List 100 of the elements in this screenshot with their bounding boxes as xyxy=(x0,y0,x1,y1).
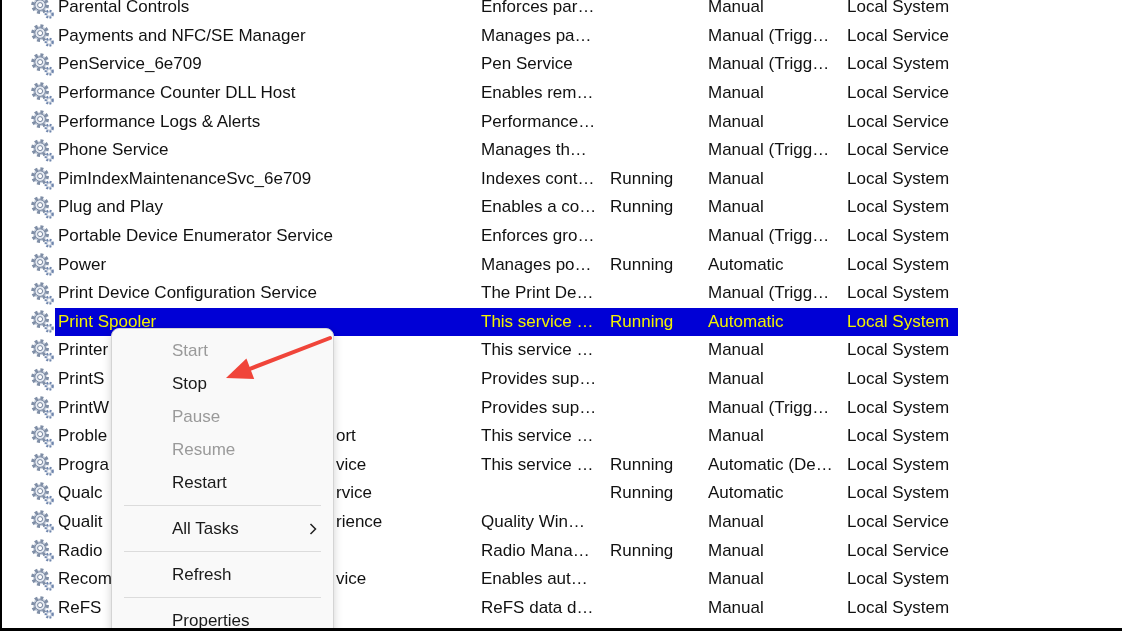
startup-type-cell: Manual xyxy=(708,83,764,103)
description-cell: ReFS data d… xyxy=(481,597,594,617)
menu-item[interactable]: Stop xyxy=(116,367,329,400)
description-cell: This service … xyxy=(481,454,594,474)
gear-icon xyxy=(30,452,55,478)
service-name-fragment: ort xyxy=(336,426,356,447)
log-on-as-cell: Local System xyxy=(847,197,950,217)
gear-icon xyxy=(30,309,55,335)
startup-type-cell: Manual xyxy=(708,540,764,560)
log-on-as-cell: Local Service xyxy=(847,140,950,160)
description-cell: This service … xyxy=(481,426,594,446)
log-on-as-cell: Local System xyxy=(847,254,950,274)
startup-type-cell: Manual (Trigg… xyxy=(708,226,830,246)
chevron-right-icon xyxy=(309,522,317,535)
service-name[interactable]: Phone Service xyxy=(58,140,169,161)
service-name[interactable]: Qualit xyxy=(58,512,103,532)
service-name[interactable]: PenService_6e709 xyxy=(58,54,202,75)
gear-icon xyxy=(30,166,55,192)
service-name[interactable]: ReFS xyxy=(58,597,102,618)
selected-row[interactable]: Print Spooler This service … Running Automatic Local System xyxy=(55,307,958,337)
log-on-as-cell: Local System xyxy=(847,426,950,446)
gear-icon xyxy=(30,395,55,421)
description-cell: Manages po… xyxy=(481,254,592,274)
service-name[interactable]: Performance Logs & Alerts xyxy=(58,111,261,132)
startup-type-cell: Manual xyxy=(708,0,764,17)
startup-type-cell: Manual xyxy=(708,168,764,188)
gear-icon xyxy=(30,280,55,306)
log-on-as-cell: Local System xyxy=(847,283,950,303)
description-cell: Provides sup… xyxy=(481,397,597,417)
menu-item[interactable]: Refresh xyxy=(116,558,329,591)
gear-icon xyxy=(30,538,55,564)
log-on-as-cell: Local System xyxy=(847,0,950,17)
status-cell: Running xyxy=(610,483,674,503)
log-on-as-cell: Local System xyxy=(847,454,950,474)
log-on-as-cell: Local System xyxy=(847,397,950,417)
startup-type-cell: Manual (Trigg… xyxy=(708,283,830,303)
gear-icon xyxy=(30,223,55,249)
service-name[interactable]: Plug and Play xyxy=(58,197,163,218)
status-cell: Running xyxy=(610,254,674,274)
log-on-as-cell: Local System xyxy=(847,311,950,331)
gear-icon xyxy=(30,480,55,506)
startup-type-cell: Manual xyxy=(708,512,764,531)
service-name[interactable]: Portable Device Enumerator Service xyxy=(58,226,333,247)
log-on-as-cell: Local System xyxy=(847,483,950,503)
status-cell: Running xyxy=(610,311,674,331)
description-cell: Quality Win… xyxy=(481,512,585,531)
startup-type-cell: Manual (Trigg… xyxy=(708,25,830,45)
log-on-as-cell: Local System xyxy=(847,54,950,74)
service-name[interactable]: Print Device Configuration Service xyxy=(58,283,317,304)
service-name[interactable]: Progra xyxy=(58,454,110,475)
service-name[interactable]: PrintW xyxy=(58,397,109,418)
description-cell: Provides sup… xyxy=(481,369,597,388)
description-cell: This service … xyxy=(481,340,594,360)
startup-type-cell: Manual xyxy=(708,569,764,589)
service-name[interactable]: Proble xyxy=(58,426,108,447)
startup-type-cell: Manual (Trigg… xyxy=(708,140,830,160)
description-cell: Enables rem… xyxy=(481,83,594,103)
description-cell: Enforces par… xyxy=(481,0,595,17)
startup-type-cell: Manual xyxy=(708,197,764,217)
startup-type-cell: Automatic xyxy=(708,254,784,274)
description-cell: This service … xyxy=(481,311,594,331)
startup-type-cell: Automatic (De… xyxy=(708,454,833,474)
log-on-as-cell: Local System xyxy=(847,168,950,188)
description-cell: Manages pa… xyxy=(481,25,592,45)
gear-icon xyxy=(30,137,55,163)
startup-type-cell: Manual xyxy=(708,597,764,617)
service-name[interactable]: Qualc xyxy=(58,483,103,504)
gear-icon xyxy=(30,566,55,592)
status-cell: Running xyxy=(610,454,674,474)
description-cell: Indexes cont… xyxy=(481,168,595,188)
gear-icon xyxy=(30,509,55,535)
service-name[interactable]: Print Spooler xyxy=(58,311,157,332)
service-name[interactable]: Power xyxy=(58,254,107,275)
service-name[interactable]: Recom xyxy=(58,569,112,590)
service-name[interactable]: Radio xyxy=(58,540,103,561)
menu-item[interactable]: All Tasks xyxy=(116,512,329,545)
service-name[interactable]: Parental Controls xyxy=(58,0,190,18)
gear-icon xyxy=(30,337,55,363)
service-name[interactable]: Performance Counter DLL Host xyxy=(58,83,296,104)
service-name[interactable]: Payments and NFC/SE Manager xyxy=(58,25,306,46)
startup-type-cell: Manual xyxy=(708,369,764,388)
startup-type-cell: Manual (Trigg… xyxy=(708,54,830,74)
gear-icon xyxy=(30,80,55,106)
log-on-as-cell: Local Service xyxy=(847,540,950,560)
log-on-as-cell: Local Service xyxy=(847,25,950,45)
service-name[interactable]: PimIndexMaintenanceSvc_6e709 xyxy=(58,168,312,189)
menu-item[interactable]: Restart xyxy=(116,466,329,499)
description-cell: Manages th… xyxy=(481,140,587,160)
log-on-as-cell: Local Service xyxy=(847,83,950,103)
description-cell: Pen Service xyxy=(481,54,573,74)
status-cell: Running xyxy=(610,197,674,217)
log-on-as-cell: Local Service xyxy=(847,111,950,131)
service-name[interactable]: Printer xyxy=(58,340,109,361)
log-on-as-cell: Local System xyxy=(847,569,950,589)
status-cell: Running xyxy=(610,168,674,188)
service-name[interactable]: PrintS xyxy=(58,369,105,389)
log-on-as-cell: Local Service xyxy=(847,512,950,531)
description-cell: Enforces gro… xyxy=(481,226,595,246)
gear-icon xyxy=(30,252,55,278)
service-name-fragment: vice xyxy=(336,569,367,590)
